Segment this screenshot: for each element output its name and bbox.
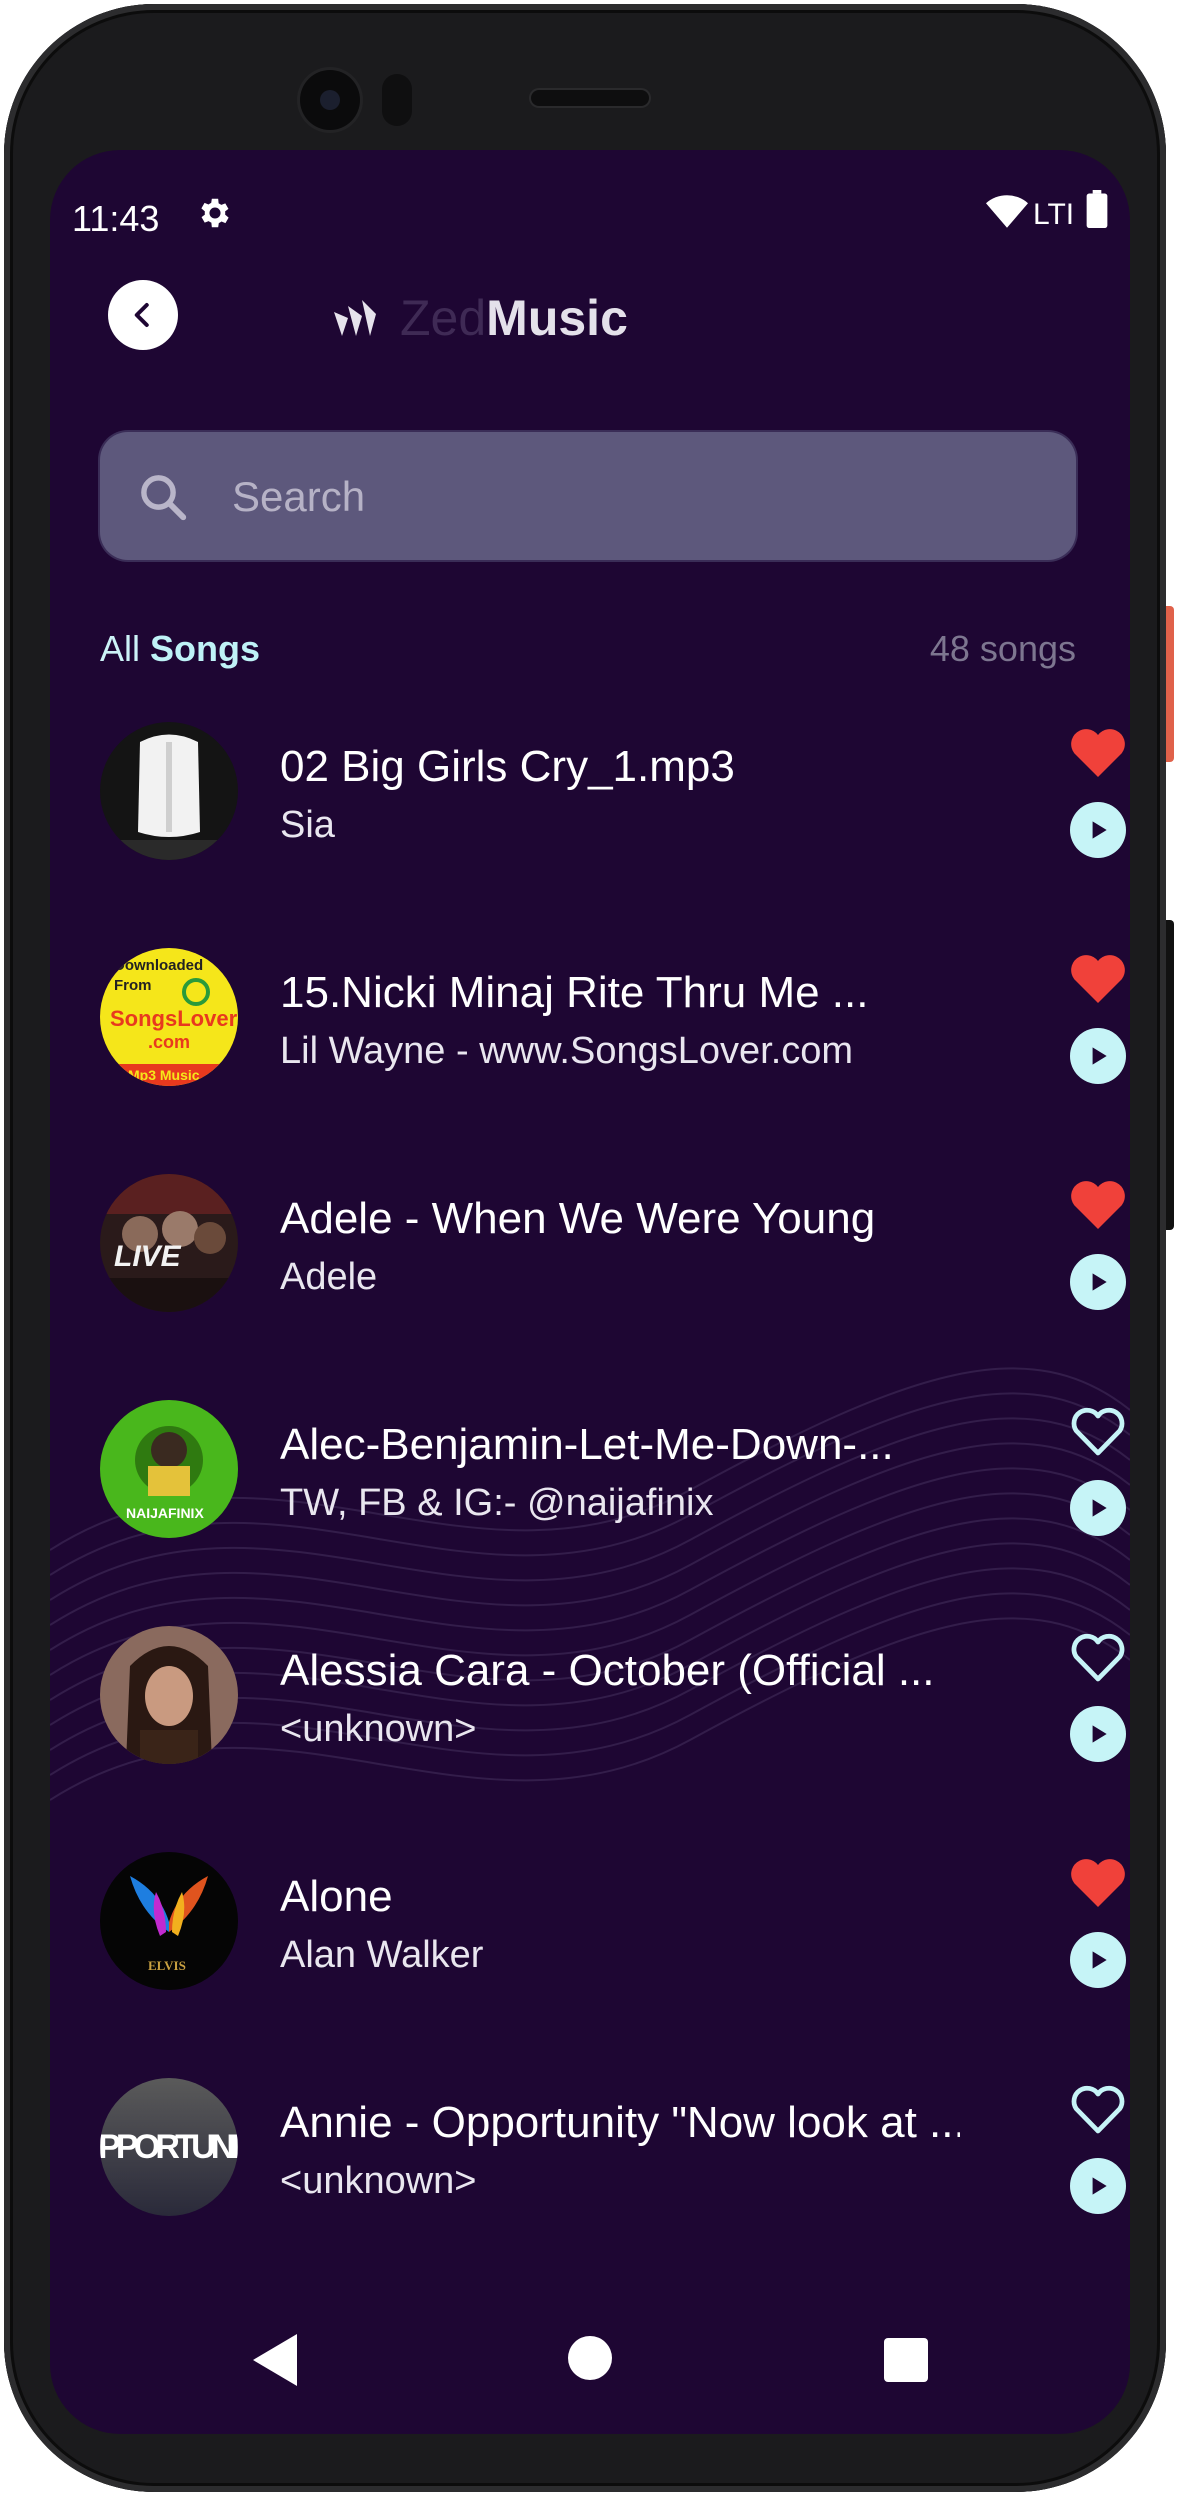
gear-icon bbox=[201, 198, 229, 228]
song-title: Alessia Cara - October (Official ... bbox=[280, 1646, 935, 1695]
section-title-songs: Songs bbox=[150, 628, 261, 669]
play-button[interactable] bbox=[1070, 1932, 1126, 1988]
art-text-naijafinix: NAIJAFINIX bbox=[126, 1505, 204, 1521]
art-text-mp3: Mp3 Music bbox=[128, 1067, 200, 1083]
app-screen: 11:43 LTI Zed Music Search All Songs 48 … bbox=[50, 150, 1130, 2434]
art-text-opportunity: PPORTUNI bbox=[100, 2128, 238, 2166]
heart-outline-icon[interactable] bbox=[1068, 1402, 1128, 1458]
song-title: 02 Big Girls Cry_1.mp3 bbox=[280, 742, 735, 791]
art-text-com: .com bbox=[148, 1032, 190, 1052]
song-title: 15.Nicki Minaj Rite Thru Me ... bbox=[280, 968, 869, 1017]
play-icon bbox=[1092, 1047, 1107, 1065]
nav-home-icon[interactable] bbox=[568, 2336, 612, 2380]
play-button[interactable] bbox=[1070, 1254, 1126, 1310]
song-count: 48 songs bbox=[929, 628, 1076, 669]
wifi-icon bbox=[986, 195, 1028, 228]
system-navigation-bar bbox=[50, 2310, 1130, 2410]
back-button[interactable] bbox=[108, 280, 178, 350]
power-button bbox=[1166, 606, 1174, 762]
song-artist: <unknown> bbox=[280, 1708, 477, 1750]
status-time: 11:43 bbox=[72, 198, 160, 239]
play-button[interactable] bbox=[1070, 1028, 1126, 1084]
play-button[interactable] bbox=[1070, 1480, 1126, 1536]
logo-text-music: Music bbox=[486, 290, 628, 346]
search-icon bbox=[141, 475, 187, 521]
search-input[interactable] bbox=[230, 462, 1034, 532]
art-text-elvis: ELVIS bbox=[148, 1958, 186, 1973]
search-bar[interactable] bbox=[100, 432, 1076, 560]
chevron-left-icon bbox=[134, 303, 149, 327]
album-art: NAIJAFINIX bbox=[100, 1400, 238, 1538]
song-row[interactable]: ELVIS Alone Alan Walker bbox=[100, 1828, 1126, 1990]
song-title: Adele - When We Were Young bbox=[280, 1194, 876, 1243]
play-icon bbox=[1092, 1499, 1107, 1517]
earpiece-speaker bbox=[531, 90, 649, 106]
play-icon bbox=[1092, 2177, 1107, 2195]
song-row[interactable]: PPORTUNI Annie - Opportunity "Now look a… bbox=[100, 2054, 1126, 2216]
song-artist: Adele bbox=[280, 1256, 378, 1298]
music-logo-icon bbox=[334, 300, 376, 336]
play-button[interactable] bbox=[1070, 1706, 1126, 1762]
art-text-from: From bbox=[114, 977, 152, 994]
volume-button bbox=[1166, 920, 1174, 1230]
album-art: Downloaded From SongsLover .com Mp3 Musi… bbox=[100, 948, 238, 1086]
phone-frame: 11:43 LTI Zed Music Search All Songs 48 … bbox=[4, 4, 1166, 2492]
play-icon bbox=[1092, 1273, 1107, 1291]
album-art: ELVIS bbox=[100, 1852, 238, 1990]
song-artist: <unknown> bbox=[280, 2160, 477, 2202]
opportunity-art: PPORTUNI bbox=[100, 2078, 238, 2216]
sia-wig-art bbox=[100, 722, 238, 860]
heart-filled-icon[interactable] bbox=[1068, 950, 1128, 1006]
album-art: PPORTUNI bbox=[100, 2078, 238, 2216]
section-title: All Songs bbox=[100, 628, 260, 670]
section-title-all: All bbox=[100, 628, 151, 669]
logo-text-zed: Zed bbox=[400, 290, 487, 346]
song-artist: Alan Walker bbox=[280, 1934, 484, 1976]
nav-recents-icon[interactable] bbox=[884, 2338, 928, 2382]
song-artist: TW, FB & IG:- @naijafinix bbox=[280, 1482, 714, 1524]
portrait-art bbox=[100, 1626, 238, 1764]
heart-filled-icon[interactable] bbox=[1068, 724, 1128, 780]
birds-art: ELVIS bbox=[100, 1852, 238, 1990]
proximity-sensor bbox=[382, 74, 412, 126]
song-row[interactable]: LIVE Adele - When We Were Young Adele bbox=[100, 1150, 1126, 1312]
art-text-songslover: SongsLover bbox=[110, 1006, 238, 1031]
battery-icon bbox=[1086, 190, 1108, 228]
status-bar: 11:43 LTI bbox=[50, 190, 1130, 240]
play-button[interactable] bbox=[1070, 2158, 1126, 2214]
album-art: LIVE bbox=[100, 1174, 238, 1312]
heart-outline-icon[interactable] bbox=[1068, 1628, 1128, 1684]
heart-outline-icon[interactable] bbox=[1068, 2080, 1128, 2136]
network-label: LTI bbox=[1033, 198, 1075, 231]
song-title: Annie - Opportunity "Now look at ... bbox=[280, 2098, 960, 2147]
nav-back-icon[interactable] bbox=[252, 2334, 298, 2386]
songslover-art: Downloaded From SongsLover .com Mp3 Musi… bbox=[100, 948, 238, 1086]
naijafinix-art: NAIJAFINIX bbox=[100, 1400, 238, 1538]
song-row[interactable]: Downloaded From SongsLover .com Mp3 Musi… bbox=[100, 924, 1126, 1086]
song-row[interactable]: 02 Big Girls Cry_1.mp3 Sia bbox=[100, 698, 1126, 860]
song-artist: Lil Wayne - www.SongsLover.com bbox=[280, 1030, 854, 1072]
song-row[interactable]: Alessia Cara - October (Official ... <un… bbox=[100, 1602, 1126, 1764]
play-icon bbox=[1092, 1725, 1107, 1743]
play-icon bbox=[1092, 821, 1107, 839]
song-title: Alec-Benjamin-Let-Me-Down-... bbox=[280, 1420, 894, 1469]
art-text-downloaded: Downloaded bbox=[114, 957, 203, 974]
app-logo: Zed Music bbox=[330, 288, 628, 348]
mixtape-art: LIVE bbox=[100, 1174, 238, 1312]
song-artist: Sia bbox=[280, 804, 335, 846]
front-camera bbox=[300, 70, 360, 130]
album-art bbox=[100, 722, 238, 860]
song-title: Alone bbox=[280, 1872, 393, 1921]
section-header: All Songs 48 songs bbox=[100, 628, 1076, 684]
album-art bbox=[100, 1626, 238, 1764]
play-button[interactable] bbox=[1070, 802, 1126, 858]
heart-filled-icon[interactable] bbox=[1068, 1854, 1128, 1910]
play-icon bbox=[1092, 1951, 1107, 1969]
art-text-live: LIVE bbox=[114, 1240, 182, 1273]
song-row[interactable]: NAIJAFINIX Alec-Benjamin-Let-Me-Down-...… bbox=[100, 1376, 1126, 1538]
heart-filled-icon[interactable] bbox=[1068, 1176, 1128, 1232]
